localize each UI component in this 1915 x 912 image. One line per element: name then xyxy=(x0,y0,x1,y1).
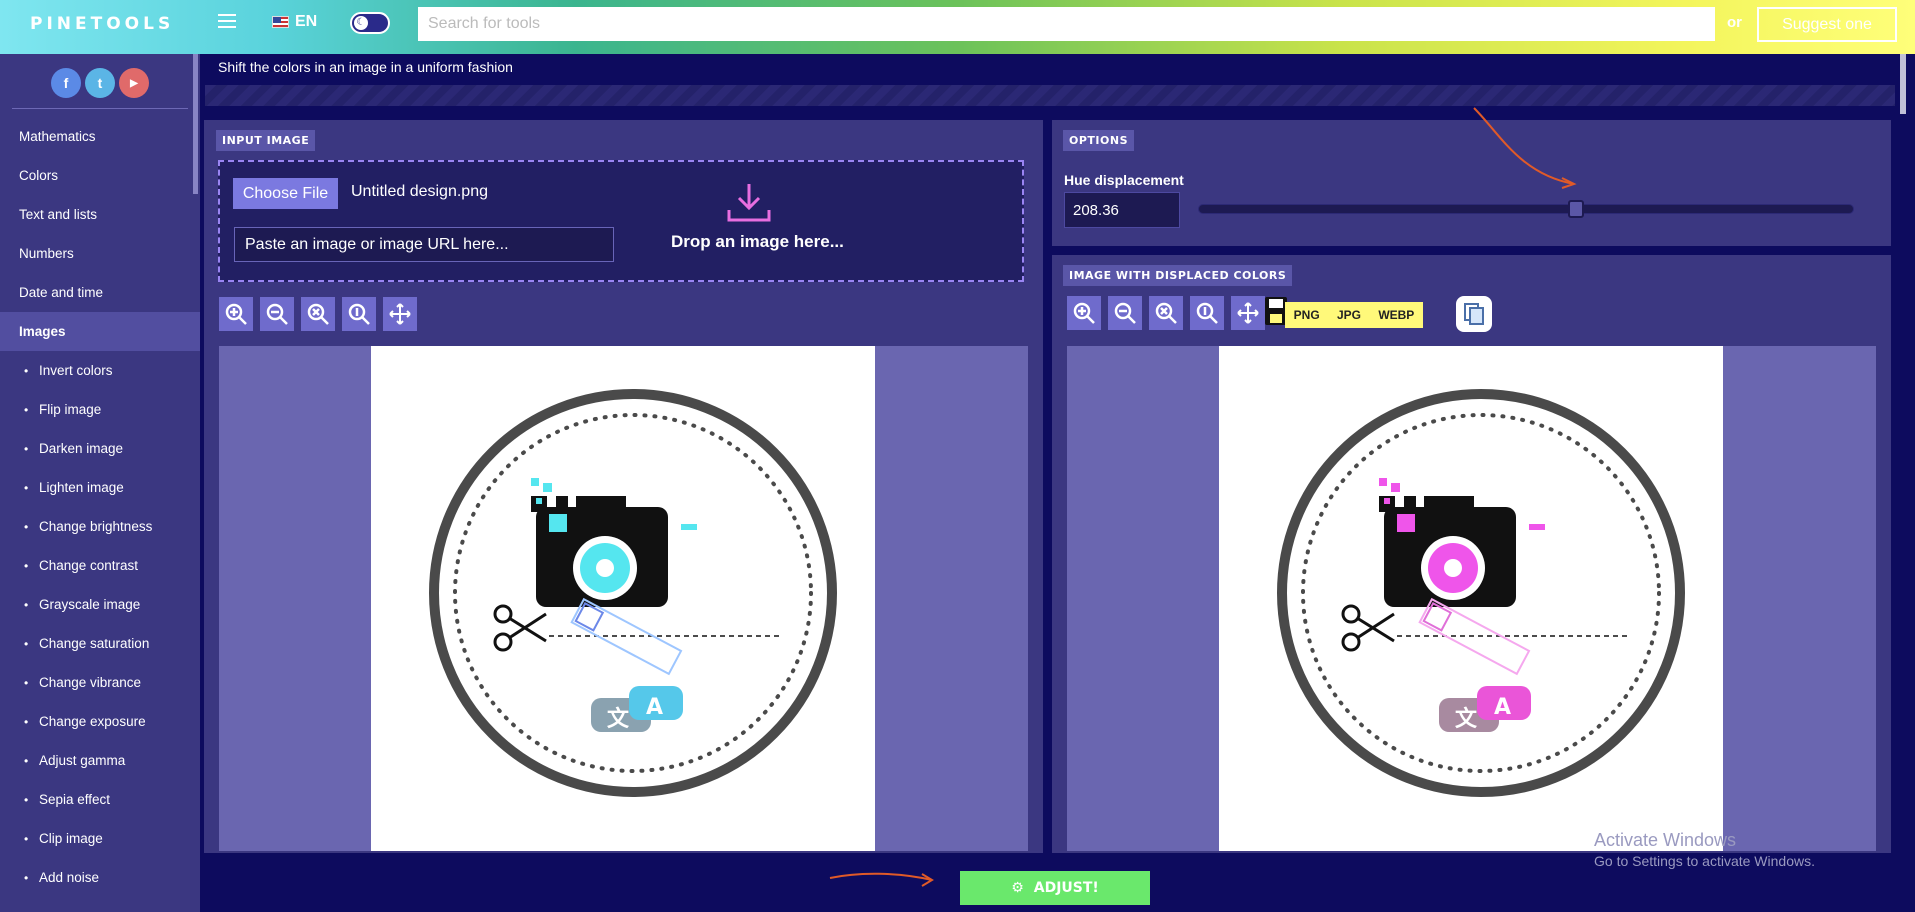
sidebar-item-change-vibrance[interactable]: Change vibrance xyxy=(0,663,200,702)
translate-icon: 文 A xyxy=(1439,686,1531,732)
sidebar-item-sepia-effect[interactable]: Sepia effect xyxy=(0,780,200,819)
input-image-panel: INPUT IMAGE Choose File Untitled design.… xyxy=(204,120,1043,853)
youtube-icon[interactable]: ▶ xyxy=(119,68,149,98)
image-url-input[interactable] xyxy=(234,227,614,262)
top-bar: PINETOOLS EN ☾ or Suggest one xyxy=(0,0,1915,54)
format-png-button[interactable]: PNG xyxy=(1294,308,1320,322)
sidebar-scrollbar[interactable] xyxy=(193,54,198,194)
sidebar-item-grayscale-image[interactable]: Grayscale image xyxy=(0,585,200,624)
logo-graphic-displaced: 文 A xyxy=(1277,389,1685,797)
translate-icon: 文 A xyxy=(591,686,683,732)
zoom-out-icon[interactable] xyxy=(260,297,294,331)
output-image-canvas[interactable]: 文 A xyxy=(1067,346,1876,851)
sidebar-item-invert-colors[interactable]: Invert colors xyxy=(0,351,200,390)
sidebar-item-change-saturation[interactable]: Change saturation xyxy=(0,624,200,663)
move-icon[interactable] xyxy=(1231,296,1265,330)
moon-icon: ☾ xyxy=(354,16,368,30)
choose-file-button[interactable]: Choose File xyxy=(233,178,338,209)
copy-to-clipboard-icon[interactable] xyxy=(1456,296,1492,332)
watermark-title: Activate Windows xyxy=(1594,830,1737,850)
sidebar-divider xyxy=(12,108,188,109)
sidebar-item-change-brightness[interactable]: Change brightness xyxy=(0,507,200,546)
format-selector: PNG JPG WEBP xyxy=(1285,302,1423,328)
output-zoom-toolbar xyxy=(1067,296,1265,330)
sidebar-item-images[interactable]: Images xyxy=(0,312,200,351)
sidebar-item-lighten-image[interactable]: Lighten image xyxy=(0,468,200,507)
or-text: or xyxy=(1727,14,1742,31)
zoom-actual-size-icon[interactable] xyxy=(342,297,376,331)
sidebar-item-colors[interactable]: Colors xyxy=(0,156,200,195)
logo-graphic: 文 A xyxy=(429,389,837,797)
camera-icon xyxy=(536,496,697,607)
sidebar-item-change-contrast[interactable]: Change contrast xyxy=(0,546,200,585)
output-image-tag: IMAGE WITH DISPLACED COLORS xyxy=(1063,265,1293,286)
page-scrollbar[interactable] xyxy=(1896,54,1915,912)
adjust-label: ADJUST! xyxy=(1033,880,1099,896)
input-zoom-toolbar xyxy=(219,297,417,331)
scissors-icon xyxy=(493,604,547,652)
input-image: 文 A xyxy=(371,346,875,851)
sidebar-item-clip-image[interactable]: Clip image xyxy=(0,819,200,858)
decorative-stripe xyxy=(205,85,1895,106)
svg-text:A: A xyxy=(1494,695,1511,720)
windows-activation-watermark: Activate Windows Go to Settings to activ… xyxy=(1594,830,1815,869)
search-input[interactable] xyxy=(418,7,1715,41)
svg-text:文: 文 xyxy=(1455,706,1478,732)
twitter-icon[interactable]: t xyxy=(85,68,115,98)
input-image-tag: INPUT IMAGE xyxy=(216,130,316,151)
hue-displacement-input[interactable] xyxy=(1064,192,1180,228)
hue-displacement-label: Hue displacement xyxy=(1064,172,1184,188)
download-icon xyxy=(727,184,771,222)
selected-file-name: Untitled design.png xyxy=(351,183,488,200)
zoom-in-icon[interactable] xyxy=(1067,296,1101,330)
adjust-button[interactable]: ⚙ ADJUST! xyxy=(960,871,1150,905)
sidebar-item-numbers[interactable]: Numbers xyxy=(0,234,200,273)
sidebar-item-mathematics[interactable]: Mathematics xyxy=(0,117,200,156)
sidebar-item-change-exposure[interactable]: Change exposure xyxy=(0,702,200,741)
us-flag-icon xyxy=(272,16,289,28)
svg-text:A: A xyxy=(646,695,663,720)
sidebar-item-darken-image[interactable]: Darken image xyxy=(0,429,200,468)
hue-slider-track[interactable] xyxy=(1198,200,1854,218)
social-links: f t ▶ xyxy=(0,54,200,108)
format-jpg-button[interactable]: JPG xyxy=(1337,308,1361,322)
zoom-reset-icon[interactable] xyxy=(1149,296,1183,330)
language-selector[interactable]: EN xyxy=(272,13,317,31)
options-panel: OPTIONS Hue displacement xyxy=(1052,120,1891,246)
svg-text:文: 文 xyxy=(607,706,630,732)
suggest-button[interactable]: Suggest one xyxy=(1757,7,1897,42)
facebook-icon[interactable]: f xyxy=(51,68,81,98)
camera-icon xyxy=(1384,496,1545,607)
sidebar-item-date-and-time[interactable]: Date and time xyxy=(0,273,200,312)
zoom-out-icon[interactable] xyxy=(1108,296,1142,330)
image-dropzone[interactable]: Choose File Untitled design.png Drop an … xyxy=(218,160,1024,282)
zoom-actual-size-icon[interactable] xyxy=(1190,296,1224,330)
logo[interactable]: PINETOOLS xyxy=(30,14,174,34)
output-image: 文 A xyxy=(1219,346,1723,851)
format-webp-button[interactable]: WEBP xyxy=(1378,308,1414,322)
page-subtitle: Shift the colors in an image in a unifor… xyxy=(218,59,513,75)
scissors-icon xyxy=(1341,604,1395,652)
move-icon[interactable] xyxy=(383,297,417,331)
sidebar-nav: Mathematics Colors Text and lists Number… xyxy=(0,117,200,897)
main-content: Shift the colors in an image in a unifor… xyxy=(200,54,1915,912)
zoom-reset-icon[interactable] xyxy=(301,297,335,331)
dark-mode-toggle[interactable]: ☾ xyxy=(350,12,390,34)
hue-slider-thumb[interactable] xyxy=(1568,200,1584,218)
sidebar-item-flip-image[interactable]: Flip image xyxy=(0,390,200,429)
sidebar-item-text-and-lists[interactable]: Text and lists xyxy=(0,195,200,234)
sidebar-item-adjust-gamma[interactable]: Adjust gamma xyxy=(0,741,200,780)
zoom-in-icon[interactable] xyxy=(219,297,253,331)
hamburger-menu-icon[interactable] xyxy=(218,14,236,28)
gear-icon: ⚙ xyxy=(1011,880,1024,896)
input-image-canvas[interactable]: 文 A xyxy=(219,346,1028,851)
sidebar-item-add-noise[interactable]: Add noise xyxy=(0,858,200,897)
drop-text: Drop an image here... xyxy=(671,232,844,251)
options-tag: OPTIONS xyxy=(1063,130,1134,151)
output-image-panel: IMAGE WITH DISPLACED COLORS PNG JPG WEBP xyxy=(1052,255,1891,853)
language-label: EN xyxy=(295,13,318,30)
page-scrollbar-thumb[interactable] xyxy=(1900,54,1906,114)
sidebar: f t ▶ Mathematics Colors Text and lists … xyxy=(0,54,200,912)
watermark-subtitle: Go to Settings to activate Windows. xyxy=(1594,853,1815,869)
